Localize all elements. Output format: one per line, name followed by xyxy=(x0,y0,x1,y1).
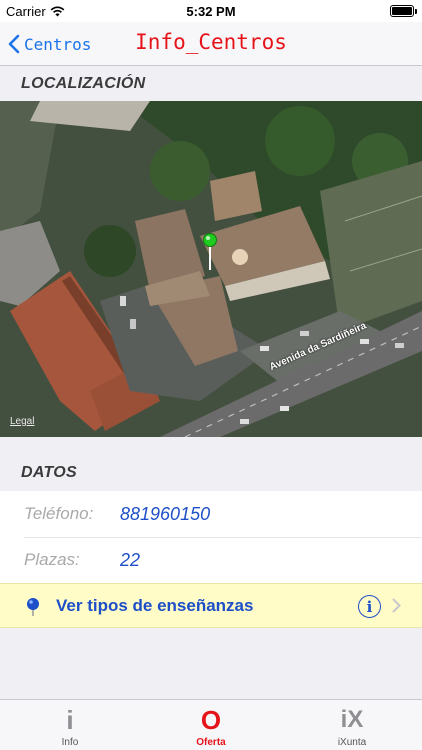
tab-ixunta[interactable]: iX iXunta xyxy=(282,700,422,750)
data-list: Teléfono: 881960150 Plazas: 22 xyxy=(0,491,422,583)
location-section-header: LOCALIZACIÓN xyxy=(21,75,146,92)
teaching-types-row[interactable]: Ver tipos de enseñanzas i xyxy=(0,583,422,628)
ixunta-tab-icon: iX xyxy=(340,706,364,733)
status-time: 5:32 PM xyxy=(186,4,236,19)
tab-oferta[interactable]: O Oferta xyxy=(141,700,281,750)
tab-ixunta-label: iXunta xyxy=(337,737,367,748)
satellite-map[interactable]: Avenida da Sardiñeira Legal xyxy=(0,101,422,437)
tab-oferta-label: Oferta xyxy=(196,737,226,748)
page-title: Info_Centros xyxy=(135,30,287,54)
battery-icon xyxy=(390,5,417,17)
phone-row: Teléfono: 881960150 xyxy=(0,491,422,537)
tab-info-label: Info xyxy=(61,737,79,748)
pushpin-icon xyxy=(27,598,39,616)
info-icon[interactable]: i xyxy=(358,595,381,618)
seats-row: Plazas: 22 xyxy=(0,537,422,583)
phone-value[interactable]: 881960150 xyxy=(120,504,210,525)
phone-label: Teléfono: xyxy=(24,504,94,523)
tab-bar: i Info O Oferta iX iXunta xyxy=(0,699,422,750)
chevron-right-icon xyxy=(392,598,401,613)
status-bar: Carrier 5:32 PM xyxy=(0,0,422,22)
data-section-header: DATOS xyxy=(21,464,78,481)
map-pin-icon[interactable] xyxy=(202,232,218,272)
teaching-types-label: Ver tipos de enseñanzas xyxy=(56,596,254,615)
seats-label: Plazas: xyxy=(24,550,80,569)
info-tab-icon: i xyxy=(66,704,74,735)
seats-value: 22 xyxy=(120,549,141,570)
tab-info[interactable]: i Info xyxy=(0,700,140,750)
oferta-tab-icon: O xyxy=(200,704,222,735)
navigation-bar: Centros Info_Centros xyxy=(0,22,422,66)
map-legal-link[interactable]: Legal xyxy=(10,416,34,427)
